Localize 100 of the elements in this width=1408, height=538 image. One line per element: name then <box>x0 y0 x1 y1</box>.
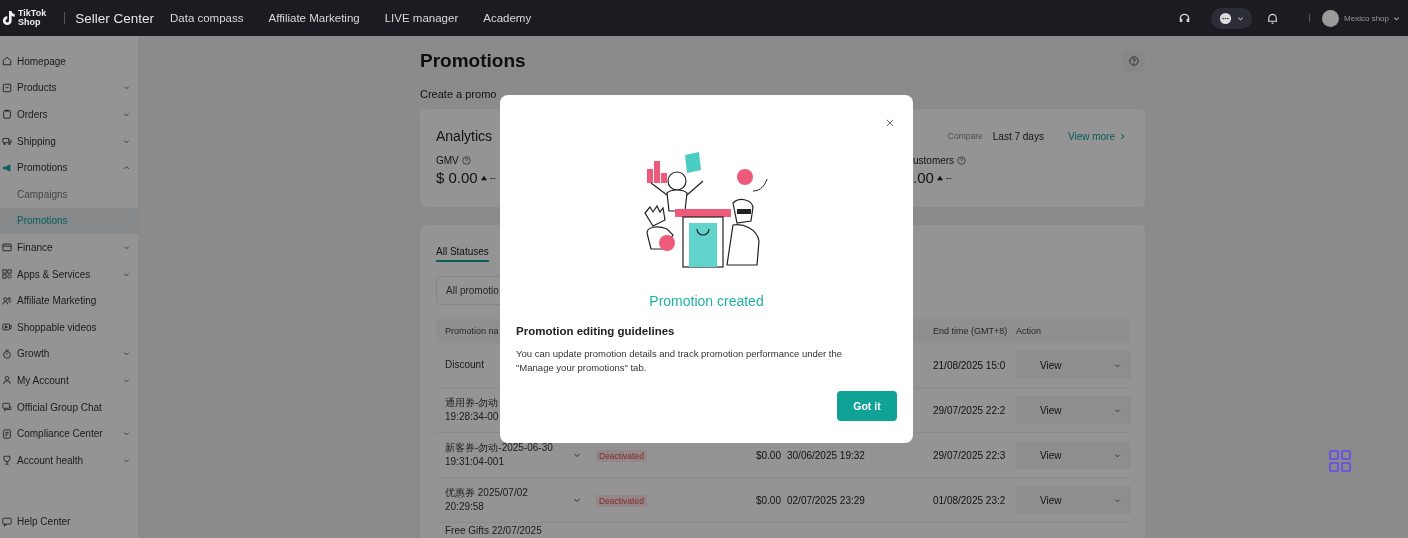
caret-icon[interactable] <box>1114 451 1121 459</box>
dialog-title: Promotion created <box>648 293 765 309</box>
chevron-down-icon[interactable] <box>573 451 581 459</box>
sidebar-item[interactable]: Account health <box>0 446 138 474</box>
help-icon <box>1129 56 1139 66</box>
table-cell: Discount <box>445 358 484 372</box>
sidebar-item[interactable]: Affiliate Marketing <box>0 287 138 314</box>
period-selector[interactable]: Last 7 days <box>992 130 1044 142</box>
home-icon <box>2 56 12 67</box>
table-cell-text: 01/08/2025 23:2 <box>933 494 1007 506</box>
megaphone-icon <box>2 162 12 173</box>
view-button[interactable]: View <box>1016 449 1062 461</box>
view-button[interactable]: View <box>1016 359 1062 371</box>
status-badge: Deactivated <box>596 494 647 507</box>
info-icon <box>461 156 471 165</box>
column-header: Promotion na <box>445 326 499 336</box>
sidebar-item[interactable]: Products <box>0 74 138 102</box>
dialog-message: You can update promotion details and track promotion performance under the "Manage your promotions" tab. <box>516 347 844 375</box>
help-chat-icon <box>2 516 12 527</box>
bell-icon[interactable] <box>1266 11 1280 25</box>
clipboard-icon <box>2 109 12 120</box>
metric-label: ustomers <box>913 155 955 166</box>
triangle-up-icon <box>480 174 487 181</box>
close-icon[interactable] <box>884 117 896 129</box>
metric-value: $ 0.00 <box>436 169 478 186</box>
sidebar-item[interactable]: Help Center <box>0 508 138 535</box>
video-icon <box>2 322 12 333</box>
chevron-down-icon <box>123 456 130 464</box>
stopwatch-icon <box>2 348 12 359</box>
chevron-down-icon[interactable] <box>573 496 581 504</box>
nav-link[interactable]: LIVE manager <box>384 12 459 24</box>
avatar[interactable] <box>1322 9 1340 27</box>
caret-icon[interactable] <box>1114 361 1121 369</box>
caret-icon <box>1237 14 1245 22</box>
table-cell-text: 30/06/2025 19:32 <box>786 449 866 461</box>
chevron-down-icon <box>123 243 130 251</box>
chevron-right-icon <box>1119 132 1126 140</box>
view-button[interactable]: View <box>1016 404 1062 416</box>
page-tab[interactable]: Create a promo <box>420 88 497 100</box>
chat-bubble-icon <box>1219 11 1233 25</box>
sidebar-item[interactable]: Compliance Center <box>0 420 138 447</box>
document-icon <box>2 428 12 439</box>
status-tab[interactable]: All Statuses <box>436 246 489 262</box>
sidebar-item[interactable]: Apps & Services <box>0 260 138 288</box>
info-icon <box>957 156 967 165</box>
table-cell: 优惠券 2025/07/02 20:29:58 <box>445 486 528 514</box>
box-icon <box>2 82 12 93</box>
sidebar-item[interactable]: Shoppable videos <box>0 313 138 341</box>
account-name[interactable]: Mexico shop <box>1344 13 1389 23</box>
sidebar-item[interactable]: Official Group Chat <box>0 393 138 421</box>
table-cell: Free Gifts 22/07/2025 <box>445 524 542 538</box>
table-cell: $0.00 <box>755 494 781 506</box>
people-icon <box>2 295 12 306</box>
chevron-down-icon <box>123 430 130 438</box>
note-logo-icon <box>2 10 16 26</box>
headset-icon[interactable] <box>1178 11 1192 25</box>
dialog-heading: Promotion editing guidelines <box>516 325 676 337</box>
table-cell: $0.00 <box>755 449 781 461</box>
sidebar-item[interactable]: My Account <box>0 367 138 394</box>
view-button[interactable]: View <box>1016 494 1062 506</box>
column-header: Action <box>1016 326 1041 336</box>
sidebar-subitem[interactable]: Campaigns <box>0 180 138 208</box>
sidebar-item[interactable]: Orders <box>0 101 138 128</box>
nav-link[interactable]: Academy <box>483 12 532 24</box>
metric-label: GMV <box>436 155 459 166</box>
sidebar-item[interactable]: Promotions <box>0 154 138 181</box>
sidebar-item[interactable]: Growth <box>0 340 138 368</box>
table-cell-text: 29/07/2025 22:2 <box>933 404 1007 416</box>
status-badge: Deactivated <box>596 449 647 462</box>
table-cell: 通用券-勿动 19:28:34-00 <box>445 396 499 424</box>
logo-text: TikTok Shop <box>18 9 47 27</box>
chevron-down-icon <box>123 350 130 358</box>
grid-icon <box>2 269 12 280</box>
sidebar-item[interactable]: Shipping <box>0 127 138 155</box>
metric-value: .00 <box>913 169 934 186</box>
sidebar-item[interactable]: Finance <box>0 234 138 261</box>
got-it-button[interactable]: Got it <box>837 391 897 421</box>
chat-button[interactable] <box>1211 7 1253 29</box>
caret-icon[interactable] <box>1114 406 1121 414</box>
compare-label: Compare <box>947 131 983 141</box>
wallet-icon <box>2 242 12 253</box>
table-cell-text: 21/08/2025 15:0 <box>933 359 1007 371</box>
sidebar-item[interactable]: Homepage <box>0 48 138 75</box>
metric-change: -- <box>489 172 496 183</box>
grid-icon[interactable] <box>1328 449 1352 473</box>
caret-icon[interactable] <box>1114 496 1121 504</box>
table-cell-text: 02/07/2025 23:29 <box>786 494 866 506</box>
chevron-up-icon <box>123 164 130 172</box>
column-header: End time (GMT+8) <box>933 326 1008 336</box>
metric-change: -- <box>945 172 952 183</box>
help-button[interactable] <box>1123 50 1145 72</box>
table-cell: 新客券-勿动-2025-06-30 19:31:04-001 <box>445 441 553 469</box>
card-title: Analytics <box>436 128 493 144</box>
nav-link[interactable]: Affiliate Marketing <box>268 12 360 24</box>
truck-icon <box>2 136 12 147</box>
trophy-icon <box>2 455 12 466</box>
chevron-down-icon <box>123 84 130 92</box>
page-title: Promotions <box>420 50 526 72</box>
caret-icon[interactable] <box>1393 14 1400 22</box>
nav-link[interactable]: Data compass <box>170 12 244 24</box>
